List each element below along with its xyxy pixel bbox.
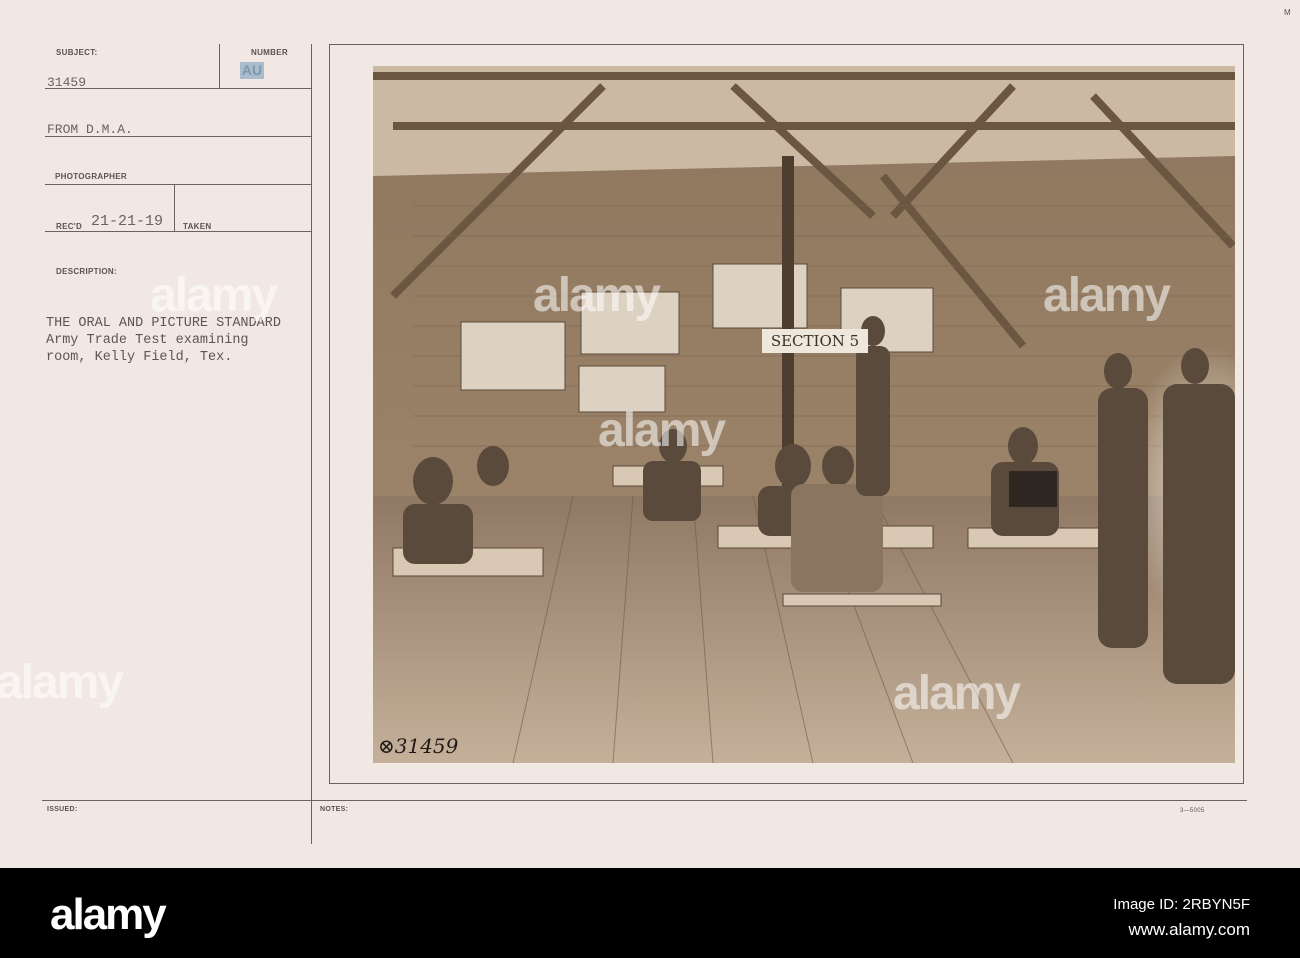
number-label: NUMBER bbox=[251, 48, 288, 57]
issued-label: ISSUED: bbox=[47, 806, 78, 813]
divider bbox=[219, 44, 220, 88]
handwritten-number: ⊗31459 bbox=[378, 734, 459, 758]
alamy-logo: alamy bbox=[50, 890, 167, 939]
divider bbox=[174, 184, 175, 231]
image-id: Image ID: 2RBYN5F bbox=[1113, 896, 1250, 913]
taken-label: TAKEN bbox=[183, 222, 212, 231]
divider bbox=[311, 44, 312, 844]
number-stamp: AU bbox=[240, 62, 264, 79]
photograph: alamy alamy alamy alamy bbox=[373, 66, 1235, 763]
corner-mark: M bbox=[1284, 8, 1291, 17]
watermark-logo: alamy bbox=[533, 269, 661, 322]
photographer-label: PHOTOGRAPHER bbox=[55, 172, 127, 181]
archive-card: SUBJECT: 31459 NUMBER AU FROM D.M.A. PHO… bbox=[0, 0, 1300, 868]
form-number: 3—5005 bbox=[1180, 808, 1205, 814]
watermark-logo: alamy bbox=[893, 667, 1021, 720]
watermark-logo: alamy bbox=[598, 404, 726, 457]
section-sign: SECTION 5 bbox=[762, 329, 868, 353]
divider bbox=[45, 184, 311, 185]
watermark-logo: alamy bbox=[1043, 269, 1171, 322]
divider bbox=[45, 88, 311, 89]
description-line: room, Kelly Field, Tex. bbox=[46, 350, 233, 365]
typewriter bbox=[1009, 471, 1057, 507]
from-value: FROM D.M.A. bbox=[47, 122, 133, 137]
examining-room-scene bbox=[373, 66, 1235, 763]
site-url[interactable]: www.alamy.com bbox=[1128, 920, 1250, 940]
subject-label: SUBJECT: bbox=[56, 48, 98, 57]
divider bbox=[42, 800, 1247, 801]
stock-footer: alamy Image ID: 2RBYN5F www.alamy.com bbox=[0, 868, 1300, 958]
divider bbox=[45, 231, 311, 232]
notes-label: NOTES: bbox=[320, 806, 349, 813]
recd-label: REC'D bbox=[56, 222, 83, 231]
description-line: Army Trade Test examining bbox=[46, 333, 249, 348]
recd-value: 21-21-19 bbox=[91, 213, 164, 230]
divider bbox=[45, 136, 311, 137]
watermark-logo: alamy bbox=[150, 269, 278, 322]
watermark-logo: alamy bbox=[0, 656, 124, 709]
description-label: DESCRIPTION: bbox=[56, 267, 117, 276]
